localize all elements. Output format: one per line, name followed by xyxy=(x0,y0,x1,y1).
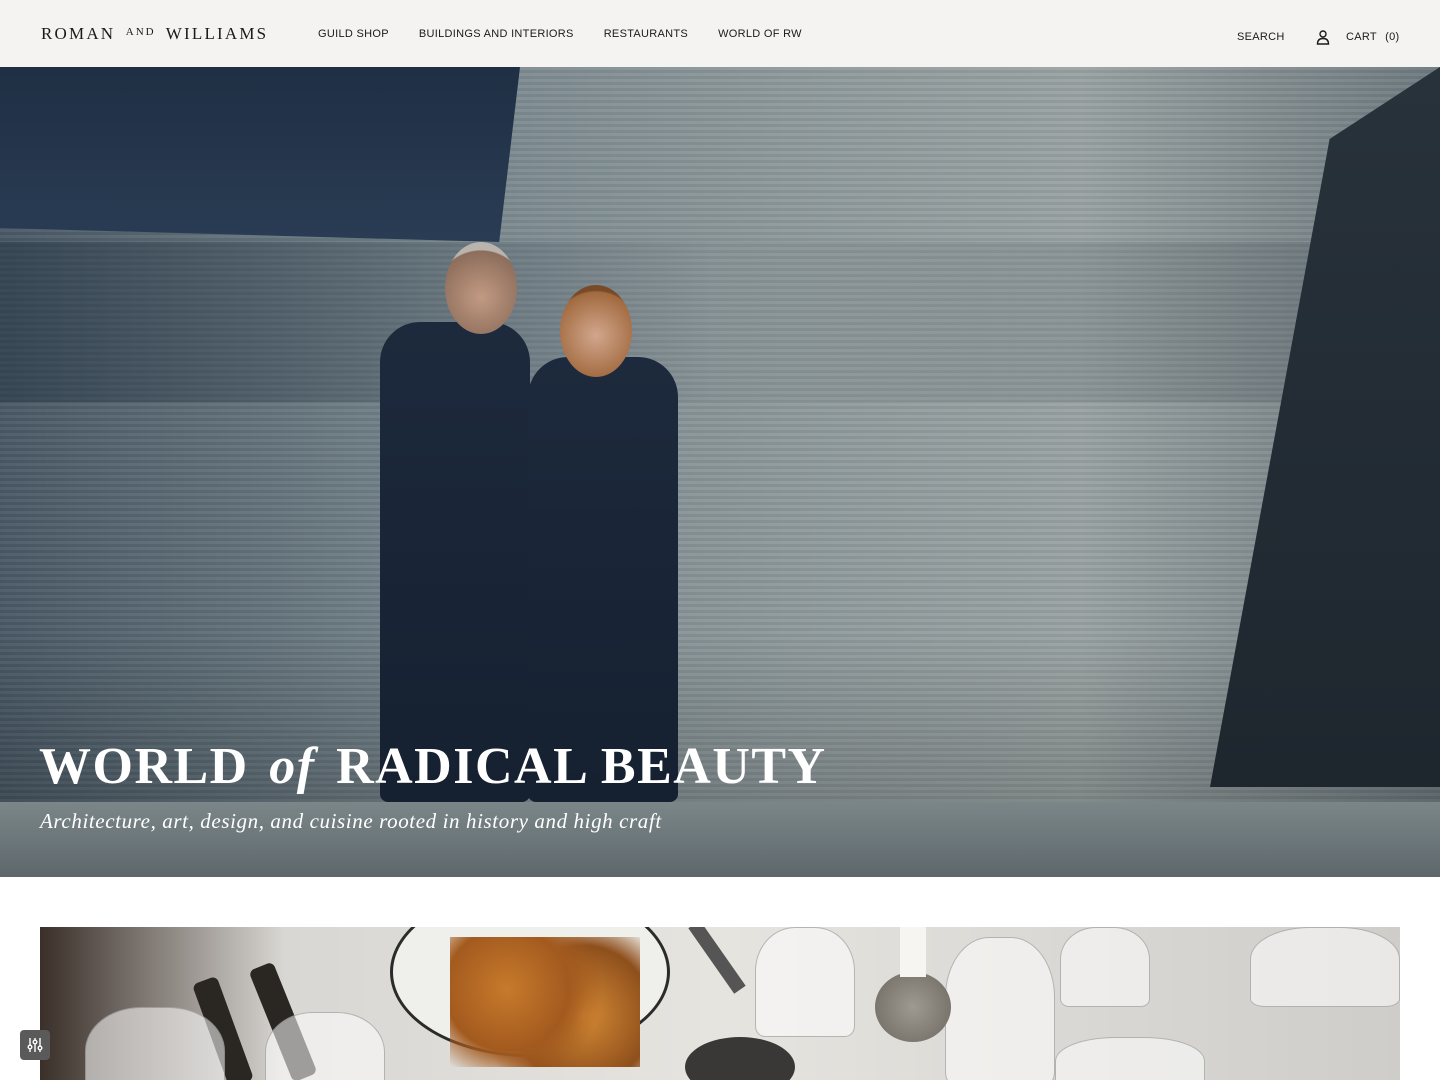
dark-dish xyxy=(685,1037,795,1080)
hero-concrete-block xyxy=(0,67,520,242)
nav-world-of-rw[interactable]: WORLD OF RW xyxy=(718,28,802,40)
glass xyxy=(85,1007,225,1080)
nav-restaurants[interactable]: RESTAURANTS xyxy=(604,28,688,40)
hero-banner[interactable]: WORLD of RADICAL BEAUTY Architecture, ar… xyxy=(0,67,1440,877)
glass xyxy=(1250,927,1400,1007)
candle xyxy=(900,927,926,977)
hero-subtitle: Architecture, art, design, and cuisine r… xyxy=(40,809,662,833)
cart-label: CART xyxy=(1346,31,1377,43)
hero-wall xyxy=(0,242,1440,402)
hero-title-part2: RADICAL BEAUTY xyxy=(336,738,827,795)
fork xyxy=(688,927,746,994)
feature-image-table-setting[interactable] xyxy=(40,927,1400,1080)
hero-person-man-head xyxy=(445,242,517,334)
hero-person-woman-head xyxy=(560,285,632,377)
candle-holder xyxy=(875,972,951,1042)
nav-buildings-and-interiors[interactable]: BUILDINGS AND INTERIORS xyxy=(419,28,574,40)
logo[interactable]: ROMAN AND WILLIAMS xyxy=(41,24,268,44)
hero-person-woman xyxy=(528,357,678,802)
hero-right-wall xyxy=(1210,67,1440,787)
glass xyxy=(265,1012,385,1080)
user-icon[interactable] xyxy=(1315,29,1331,45)
hero-title: WORLD of RADICAL BEAUTY xyxy=(39,737,827,796)
glass xyxy=(1060,927,1150,1007)
sliders-icon[interactable] xyxy=(20,1030,50,1060)
cart-count: (0) xyxy=(1385,31,1400,43)
nav-guild-shop[interactable]: GUILD SHOP xyxy=(318,28,389,40)
glass xyxy=(755,927,855,1037)
orchid-flowers xyxy=(450,937,640,1067)
glass xyxy=(1055,1037,1205,1080)
hero-person-man xyxy=(380,322,530,802)
site-header: ROMAN AND WILLIAMS GUILD SHOP BUILDINGS … xyxy=(0,0,1440,67)
hero-title-part1: WORLD xyxy=(39,738,249,795)
search-link[interactable]: SEARCH xyxy=(1237,31,1285,43)
cart-link[interactable]: CART (0) xyxy=(1346,31,1399,43)
logo-word-roman: ROMAN xyxy=(41,24,116,43)
hero-title-of: of xyxy=(269,738,316,795)
glass xyxy=(945,937,1055,1080)
main-nav: GUILD SHOP BUILDINGS AND INTERIORS RESTA… xyxy=(318,28,802,40)
logo-word-and: AND xyxy=(125,26,156,38)
logo-word-williams: WILLIAMS xyxy=(165,24,269,43)
